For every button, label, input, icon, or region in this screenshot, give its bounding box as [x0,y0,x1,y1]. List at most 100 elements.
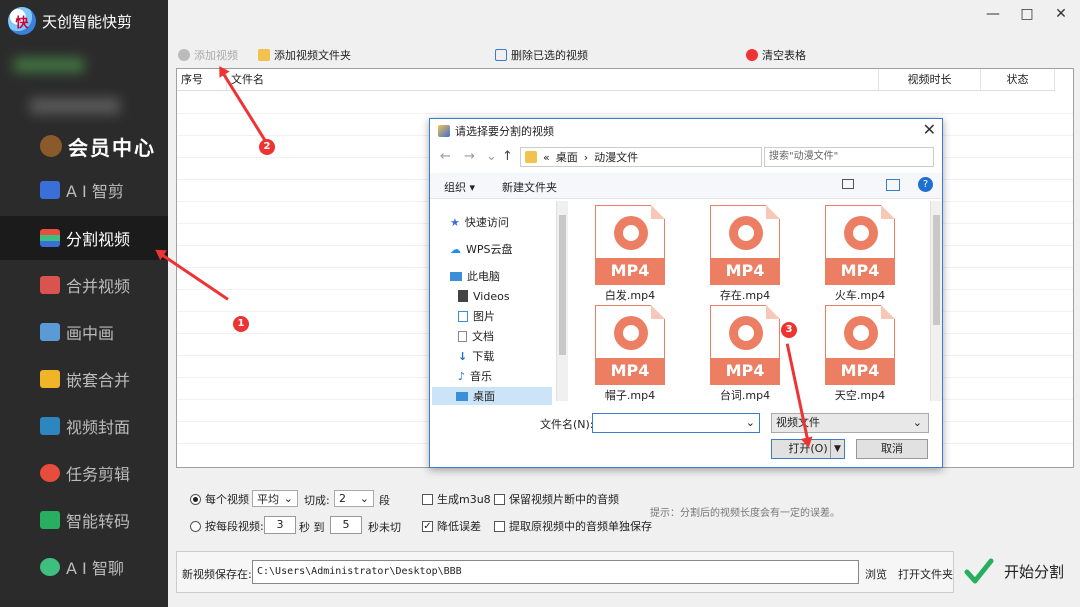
open-folder-button[interactable]: 打开文件夹 [898,566,953,582]
chevron-down-icon[interactable]: ⌄ [746,416,755,429]
chevron-down-icon[interactable]: ⌄ [486,149,497,164]
up-arrow-icon[interactable]: ↑ [502,149,513,164]
breadcrumb-separator: › [583,150,589,164]
sidebar-item-ai-chat[interactable]: A I 智聊 [0,545,168,589]
view-mode-icon[interactable] [842,179,854,189]
dropdown-arrow-icon[interactable]: ▼ [830,440,844,458]
sidebar-item-nested-merge[interactable]: 嵌套合并 [0,357,168,401]
tree-item-downloads[interactable]: ↓ 下载 [458,347,494,365]
mode-select[interactable]: 平均 ⌄ [252,490,298,507]
dialog-cancel-button[interactable]: 取消 [856,439,928,459]
tree-item-wps-cloud[interactable]: ☁ WPS云盘 [450,240,513,258]
chevron-down-icon: ⌄ [359,492,369,505]
column-header-status[interactable]: 状态 [981,69,1055,91]
delete-selected-button[interactable]: 删除已选的视频 [495,46,588,64]
tree-item-quick-access[interactable]: ★ 快速访问 [450,213,509,231]
filename-input[interactable]: ⌄ [592,413,760,433]
seconds-from-input[interactable]: 3 [264,516,296,534]
clear-table-button[interactable]: 清空表格 [746,46,806,64]
seconds-to-input[interactable]: 5 [330,516,362,534]
tree-item-label: 图片 [473,310,495,323]
by-seconds-radio[interactable]: 按每段视频: [190,518,264,534]
save-path-input[interactable]: C:\Users\Administrator\Desktop\BBB [252,560,859,584]
tree-item-this-pc[interactable]: 此电脑 [450,267,500,285]
app-title-text: 天创智能快剪 [42,12,133,31]
cut-label: 切成: [304,494,330,507]
tree-item-pictures[interactable]: 图片 [458,307,495,325]
sidebar-item-ai-edit[interactable]: A I 智剪 [0,168,168,212]
navigation-tree: ★ 快速访问 ☁ WPS云盘 此电脑 Videos 图片 文档 ↓ 下载 ♪ 音… [430,201,568,405]
mp4-file-icon: MP4 [710,305,780,385]
files-scrollbar[interactable] [930,201,942,401]
address-bar[interactable]: « 桌面 › 动漫文件 [520,147,762,167]
split-video-icon [40,229,60,247]
close-button[interactable]: ✕ [1046,4,1076,24]
extract-audio-checkbox[interactable]: 提取原视频中的音频单独保存 [494,518,652,534]
scrollbar-thumb[interactable] [933,215,940,325]
tree-item-music[interactable]: ♪ 音乐 [458,367,492,385]
hint-text: 提示：分割后的视频长度会有一定的误差。 [650,508,840,519]
radio-icon [190,520,201,532]
file-item[interactable]: MP4 台词.mp4 [695,305,795,405]
scrollbar-thumb[interactable] [559,215,566,355]
plus-icon [178,49,190,61]
dialog-search-input[interactable]: 搜索"动漫文件" [764,147,934,167]
tree-item-label: 桌面 [473,390,495,403]
sidebar-item-task-edit[interactable]: 任务剪辑 [0,451,168,495]
app-title: 快 天创智能快剪 [8,6,132,36]
sidebar-item-label: 嵌套合并 [66,371,131,390]
segments-select[interactable]: 2 ⌄ [334,490,374,507]
sidebar-item-merge-video[interactable]: 合并视频 [0,263,168,307]
forward-arrow-icon[interactable]: → [464,149,475,164]
sidebar-item-label: 分割视频 [66,230,131,249]
per-video-radio[interactable]: 每个视频 [190,491,249,507]
new-folder-button[interactable]: 新建文件夹 [502,179,557,195]
add-video-button[interactable]: 添加视频 [178,46,238,64]
tree-item-label: 音乐 [470,370,493,383]
add-folder-label: 添加视频文件夹 [274,49,351,62]
file-item[interactable]: MP4 存在.mp4 [695,205,795,305]
column-header-duration[interactable]: 视频时长 [879,69,981,91]
checkbox-icon [494,520,505,532]
segment-unit: 段 [379,494,390,507]
help-icon[interactable]: ? [918,177,933,192]
mp4-file-icon: MP4 [825,305,895,385]
add-video-label: 添加视频 [194,49,238,62]
sidebar-item-video-cover[interactable]: 视频封面 [0,404,168,448]
sidebar-item-split-video[interactable]: 分割视频 [0,216,168,260]
breadcrumb-desktop[interactable]: 桌面 [556,149,578,165]
tree-scrollbar[interactable] [556,201,568,401]
dialog-close-button[interactable]: ✕ [923,120,936,139]
chevron-down-icon: ⌄ [283,492,293,505]
back-arrow-icon[interactable]: ← [440,149,451,164]
keep-audio-checkbox[interactable]: 保留视频片断中的音频 [494,491,619,507]
file-item[interactable]: MP4 白发.mp4 [580,205,680,305]
sidebar-item-transcode[interactable]: 智能转码 [0,498,168,542]
file-item[interactable]: MP4 帽子.mp4 [580,305,680,405]
organize-button[interactable]: 组织 ▾ [444,179,475,195]
sidebar-item-member[interactable]: 会员中心 [0,124,168,168]
add-folder-button[interactable]: 添加视频文件夹 [258,46,351,64]
column-header-filename[interactable]: 文件名 [227,69,879,91]
clear-icon [746,49,758,61]
tree-item-documents[interactable]: 文档 [458,327,494,345]
dialog-title-text: 请选择要分割的视频 [455,125,554,138]
tree-item-videos[interactable]: Videos [458,287,510,305]
app-logo-icon: 快 [8,7,36,35]
start-split-button[interactable]: 开始分割 [958,548,1076,594]
filetype-select[interactable]: 视频文件 ⌄ [771,413,929,433]
tree-item-desktop[interactable]: 桌面 [432,387,552,405]
maximize-button[interactable]: □ [1012,4,1042,24]
sidebar-item-pip[interactable]: 画中画 [0,310,168,354]
browse-button[interactable]: 浏览 [865,566,887,582]
reduce-error-checkbox[interactable]: ✓ 降低误差 [422,518,481,534]
breadcrumb-anime[interactable]: 动漫文件 [594,149,638,165]
merge-video-icon [40,276,60,294]
ai-chat-icon [40,558,60,576]
minimize-button[interactable]: — [978,4,1008,24]
gen-m3u8-checkbox[interactable]: 生成m3u8 [422,491,491,507]
file-item[interactable]: MP4 天空.mp4 [810,305,910,405]
file-item[interactable]: MP4 火车.mp4 [810,205,910,305]
per-video-label: 每个视频 [205,493,249,506]
preview-pane-icon[interactable] [886,179,900,191]
